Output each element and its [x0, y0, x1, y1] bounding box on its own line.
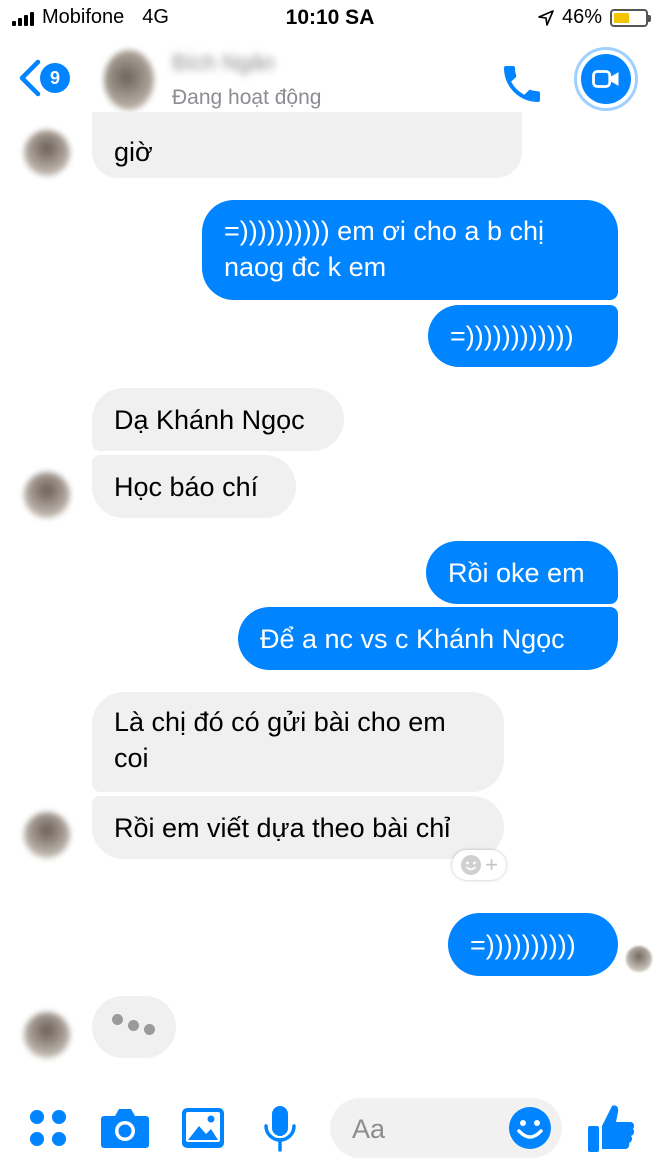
add-reaction-button[interactable]: +	[452, 850, 506, 880]
status-right: 46%	[538, 6, 651, 29]
message-bubble[interactable]: Rồi oke em	[426, 541, 618, 604]
message-bubble[interactable]: =))))))))))))	[428, 305, 618, 367]
smiley-icon	[461, 855, 482, 875]
message-bubble[interactable]: Để a nc vs c Khánh Ngọc	[238, 607, 618, 670]
typing-indicator	[92, 996, 176, 1058]
contact-avatar[interactable]	[104, 50, 154, 110]
contact-avatar-small	[24, 130, 70, 176]
contact-status: Đang hoạt động	[172, 86, 322, 109]
microphone-icon	[264, 1106, 296, 1152]
back-button[interactable]: 9	[16, 58, 70, 98]
message-input[interactable]	[350, 1108, 504, 1150]
unread-badge: 9	[40, 63, 70, 93]
contact-name[interactable]: Bích Ngân	[172, 50, 275, 76]
camera-button[interactable]	[100, 1106, 150, 1155]
battery-icon	[610, 8, 651, 27]
message-bubble[interactable]: =))))))))))	[448, 913, 618, 976]
gallery-button[interactable]	[180, 1106, 226, 1155]
composer-bar	[0, 1090, 660, 1174]
phone-icon	[504, 66, 540, 102]
status-bar: Mobifone 4G 10:10 SA 46%	[0, 0, 660, 38]
like-icon	[588, 1105, 635, 1152]
contact-avatar-small	[24, 472, 70, 518]
back-chevron-icon	[19, 59, 41, 97]
contact-avatar-small	[24, 1012, 70, 1058]
emoji-button[interactable]	[508, 1106, 552, 1155]
like-button[interactable]	[586, 1102, 636, 1159]
message-bubble[interactable]: Rồi em viết dựa theo bài chỉ	[92, 796, 504, 859]
seen-avatar	[626, 946, 652, 972]
message-bubble[interactable]: giờ	[92, 112, 522, 178]
apps-button[interactable]	[28, 1108, 68, 1153]
video-call-button[interactable]	[574, 47, 638, 111]
plus-icon: +	[485, 852, 498, 877]
message-bubble[interactable]: =)))))))))) em ơi cho a b chị naog đc k …	[202, 200, 618, 300]
video-camera-icon	[592, 70, 619, 88]
apps-icon	[30, 1110, 66, 1146]
battery-percent: 46%	[561, 6, 602, 28]
emoji-icon	[509, 1107, 551, 1149]
message-bubble[interactable]: Dạ Khánh Ngọc	[92, 388, 344, 451]
contact-avatar-small	[24, 812, 70, 858]
voice-record-button[interactable]	[262, 1104, 298, 1159]
image-icon	[182, 1108, 224, 1148]
message-input-container[interactable]	[330, 1098, 562, 1158]
message-bubble[interactable]: Là chị đó có gửi bài cho em coi	[92, 692, 504, 792]
message-bubble[interactable]: Học báo chí	[92, 455, 296, 518]
camera-icon	[101, 1109, 149, 1148]
location-arrow-icon	[538, 9, 554, 26]
voice-call-button[interactable]	[498, 60, 546, 113]
